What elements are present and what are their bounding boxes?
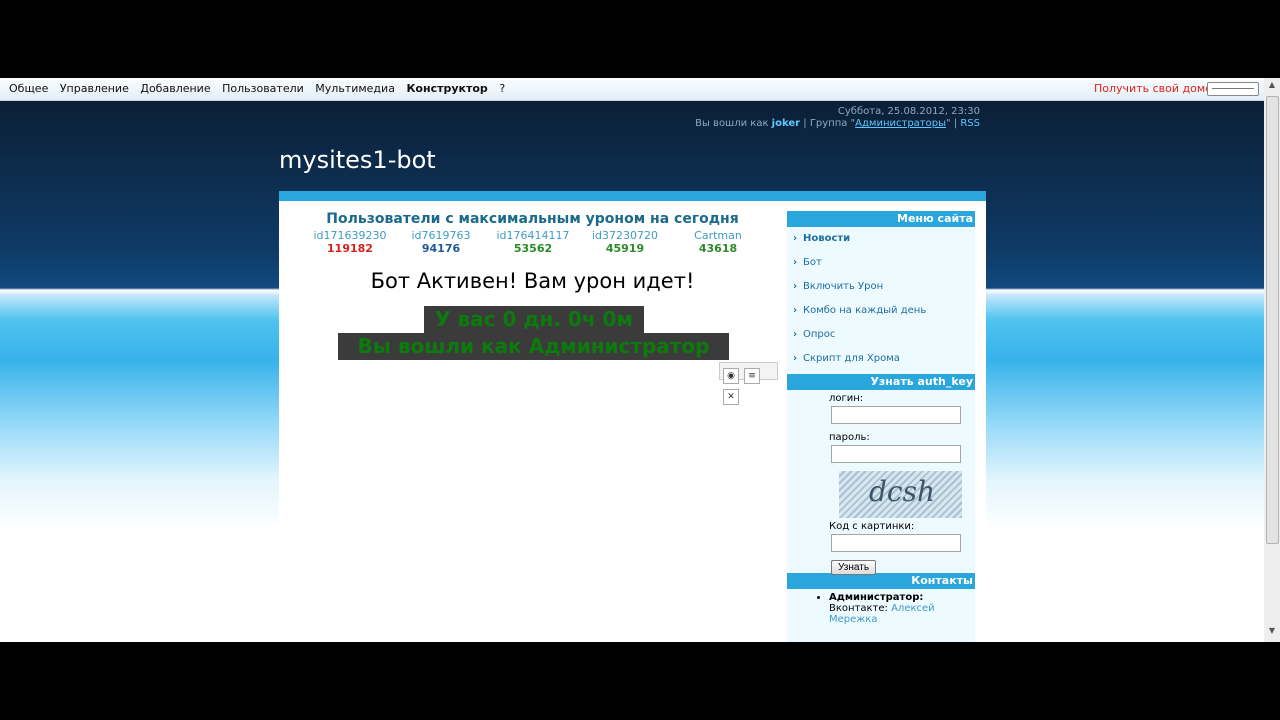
site-title[interactable]: mysites1-bot [279,146,436,174]
captcha-label: Код с картинки: [829,521,915,532]
sidebar: Меню сайта Новости Бот Включить Урон Ком… [787,211,975,642]
get-key-button[interactable]: Узнать [831,560,877,575]
scroll-down-icon[interactable]: ▼ [1264,626,1280,638]
menu-block-title: Меню сайта [787,211,975,227]
top-user-damage: 45919 [605,242,645,255]
bot-status-text: Бот Активен! Вам урон идет! [370,269,695,293]
top-users-title: Пользователи с максимальным уроном на се… [326,211,739,227]
top-users-block: Пользователи с максимальным уроном на се… [279,211,786,257]
menu-item-bot[interactable]: Бот [787,254,975,278]
captcha-input[interactable] [831,534,961,552]
browser-viewport: Общее Управление Добавление Пользователи… [0,78,1280,642]
top-user-damage: 43618 [698,242,738,255]
menu-item-news[interactable]: Новости [787,230,975,254]
block-tools: ◉ ≡ ✕ [719,362,778,405]
time-left-text: У вас 0 дн. 0ч 0м [424,306,644,333]
admin-toolbar: Общее Управление Добавление Пользователи… [0,78,1264,101]
captcha-image: dcsh [839,471,962,518]
site-menu: Новости Бот Включить Урон Комбо на кажды… [787,227,975,374]
username-link[interactable]: joker [772,118,800,129]
top-user-name[interactable]: id37230720 [575,229,675,242]
top-user: id171639230 119182 [300,229,400,255]
top-user-damage: 119182 [327,242,373,255]
nav-add[interactable]: Добавление [140,82,210,95]
login-line: Вы вошли как joker | Группа "Администрат… [695,118,980,129]
top-user-damage: 53562 [513,242,553,255]
auth-key-form: логин: пароль: dcsh Код с картинки: Узна… [787,390,975,575]
login-info: Суббота, 25.08.2012, 23:30 Вы вошли как … [695,106,980,130]
scrollbar[interactable]: ▲ ▼ [1264,78,1280,642]
menu-item-chrome-script[interactable]: Скрипт для Хрома [787,350,975,374]
admin-message: Вы вошли как Администратор [338,333,729,360]
group-link[interactable]: Администраторы [855,118,946,129]
captcha-text: dcsh [869,475,936,508]
datetime: Суббота, 25.08.2012, 23:30 [837,106,980,117]
edit-icon[interactable]: ≡ [744,368,760,384]
nav-constructor[interactable]: Конструктор [406,82,487,95]
top-user-name[interactable]: id7619763 [391,229,491,242]
top-user: id37230720 45919 [575,229,675,255]
toolbar-toggle[interactable] [1207,82,1259,96]
top-user-name[interactable]: Cartman [668,229,768,242]
scroll-thumb[interactable] [1266,96,1279,544]
menu-item-poll[interactable]: Опрос [787,326,975,350]
top-user-name[interactable]: id171639230 [300,229,400,242]
top-user: id7619763 94176 [391,229,491,255]
rss-link[interactable]: RSS [960,118,980,129]
top-user: id176414117 53562 [483,229,583,255]
top-users-row: id171639230 119182 id7619763 94176 id176… [279,229,786,257]
admin-nav: Общее Управление Добавление Пользователи… [9,82,513,95]
close-icon[interactable]: ✕ [723,389,739,405]
get-domain-link[interactable]: Получить свой домен [1094,82,1219,95]
nav-multimedia[interactable]: Мультимедиа [315,82,395,95]
auth-block-title: Узнать auth_key [787,374,975,390]
menu-item-enable-damage[interactable]: Включить Урон [787,278,975,302]
contacts-block-title: Контакты [787,573,975,589]
top-user: Cartman 43618 [668,229,768,255]
top-user-name[interactable]: id176414117 [483,229,583,242]
password-input[interactable] [831,445,961,463]
menu-item-daily-combo[interactable]: Комбо на каждый день [787,302,975,326]
contact-admin-label: Администратор: [829,592,924,603]
nav-management[interactable]: Управление [60,82,129,95]
login-label: логин: [829,393,864,404]
password-label: пароль: [829,432,870,443]
nav-users[interactable]: Пользователи [222,82,304,95]
nav-help[interactable]: ? [499,82,505,95]
content-frame: Пользователи с максимальным уроном на се… [279,191,986,642]
login-input[interactable] [831,406,961,424]
contacts-block: Администратор: Вконтакте: Алексей Мережк… [787,589,975,642]
top-user-damage: 94176 [421,242,461,255]
nav-general[interactable]: Общее [9,82,48,95]
scroll-up-icon[interactable]: ▲ [1264,80,1280,92]
contact-vk-label: Вконтакте: [829,603,888,614]
eye-icon[interactable]: ◉ [723,368,739,384]
contact-item: Администратор: Вконтакте: Алексей Мережк… [829,592,975,625]
